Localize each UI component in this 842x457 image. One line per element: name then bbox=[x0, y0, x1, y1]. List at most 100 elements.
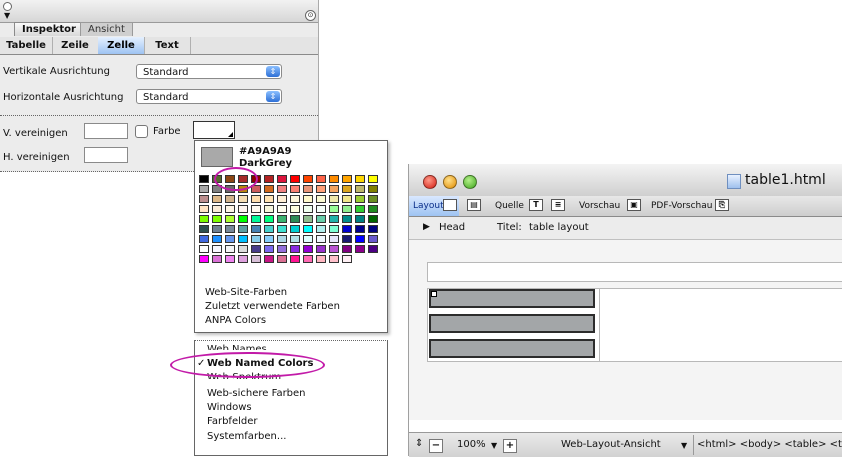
color-swatch[interactable] bbox=[303, 205, 313, 213]
close-window-icon[interactable] bbox=[423, 175, 437, 189]
subtab-zeile[interactable]: Zeile bbox=[52, 37, 99, 54]
color-swatch[interactable] bbox=[277, 185, 287, 193]
color-swatch[interactable] bbox=[290, 185, 300, 193]
color-swatch[interactable] bbox=[342, 245, 352, 253]
color-swatch[interactable] bbox=[316, 185, 326, 193]
color-swatch[interactable] bbox=[368, 185, 378, 193]
color-well[interactable] bbox=[193, 121, 235, 139]
color-swatch[interactable] bbox=[329, 245, 339, 253]
color-checkbox[interactable] bbox=[135, 125, 148, 138]
color-swatch[interactable] bbox=[277, 235, 287, 243]
color-swatch[interactable] bbox=[225, 255, 235, 263]
menu-item-recent-colors[interactable]: Zuletzt verwendete Farben bbox=[205, 301, 340, 312]
menu-item-web-site-farben[interactable]: Web-Site-Farben bbox=[205, 287, 287, 298]
subtab-tabelle[interactable]: Tabelle bbox=[0, 37, 53, 54]
close-icon[interactable] bbox=[3, 2, 12, 11]
color-swatch[interactable] bbox=[316, 175, 326, 183]
color-swatch[interactable] bbox=[251, 225, 261, 233]
color-swatch[interactable] bbox=[225, 235, 235, 243]
minimize-window-icon[interactable] bbox=[443, 175, 457, 189]
table-view-icon[interactable]: ▤ bbox=[467, 199, 481, 211]
vertical-align-select[interactable]: Standard ⇕ bbox=[136, 64, 282, 79]
color-swatch[interactable] bbox=[290, 245, 300, 253]
color-swatch[interactable] bbox=[212, 235, 222, 243]
quelle-button[interactable]: Quelle bbox=[495, 199, 524, 213]
table-cell[interactable] bbox=[429, 289, 595, 308]
tab-inspektor[interactable]: Inspektor bbox=[14, 22, 84, 36]
color-swatch[interactable] bbox=[303, 185, 313, 193]
color-swatch[interactable] bbox=[342, 175, 352, 183]
tag-breadcrumb[interactable]: <html> <body> <table> <tr> bbox=[697, 439, 842, 450]
color-swatch[interactable] bbox=[225, 225, 235, 233]
color-swatch[interactable] bbox=[212, 245, 222, 253]
subtab-text[interactable]: Text bbox=[144, 37, 191, 54]
color-swatch[interactable] bbox=[368, 195, 378, 203]
color-swatch[interactable] bbox=[277, 175, 287, 183]
color-swatch[interactable] bbox=[238, 205, 248, 213]
color-swatch[interactable] bbox=[199, 175, 209, 183]
color-swatch[interactable] bbox=[251, 215, 261, 223]
color-swatch[interactable] bbox=[277, 225, 287, 233]
color-swatch[interactable] bbox=[342, 255, 352, 263]
color-swatch[interactable] bbox=[355, 175, 365, 183]
color-swatch[interactable] bbox=[277, 205, 287, 213]
color-swatch[interactable] bbox=[355, 245, 365, 253]
disclosure-right-icon[interactable]: ▶ bbox=[423, 222, 430, 232]
color-swatch[interactable] bbox=[316, 195, 326, 203]
tab-ansicht[interactable]: Ansicht bbox=[80, 22, 133, 36]
stepper-icon[interactable]: ⇕ bbox=[415, 438, 423, 449]
zoom-out-button[interactable]: − bbox=[429, 439, 443, 453]
color-swatch[interactable] bbox=[342, 185, 352, 193]
color-swatch[interactable] bbox=[342, 235, 352, 243]
chevron-down-icon[interactable]: ▼ bbox=[491, 441, 497, 450]
color-swatch[interactable] bbox=[329, 205, 339, 213]
color-swatch[interactable] bbox=[368, 225, 378, 233]
h-merge-field[interactable] bbox=[84, 147, 128, 163]
pdf-preview-button[interactable]: PDF-Vorschau bbox=[651, 199, 712, 213]
color-swatch[interactable] bbox=[368, 175, 378, 183]
color-swatch[interactable] bbox=[290, 255, 300, 263]
color-swatch[interactable] bbox=[238, 255, 248, 263]
color-swatch[interactable] bbox=[264, 225, 274, 233]
table-cell[interactable] bbox=[429, 339, 595, 358]
color-swatch[interactable] bbox=[290, 235, 300, 243]
color-swatch[interactable] bbox=[277, 255, 287, 263]
color-swatch[interactable] bbox=[264, 205, 274, 213]
color-swatch[interactable] bbox=[199, 215, 209, 223]
horizontal-align-select[interactable]: Standard ⇕ bbox=[136, 89, 282, 104]
color-swatch[interactable] bbox=[277, 245, 287, 253]
color-swatch[interactable] bbox=[303, 225, 313, 233]
color-swatch[interactable] bbox=[212, 215, 222, 223]
color-swatch[interactable] bbox=[199, 255, 209, 263]
color-swatch[interactable] bbox=[303, 195, 313, 203]
color-swatch[interactable] bbox=[251, 235, 261, 243]
cell-handle-icon[interactable] bbox=[431, 291, 437, 297]
layout-text-box[interactable] bbox=[427, 262, 842, 282]
color-swatch[interactable] bbox=[329, 225, 339, 233]
color-swatch[interactable] bbox=[238, 195, 248, 203]
color-swatch[interactable] bbox=[342, 195, 352, 203]
color-swatch[interactable] bbox=[238, 235, 248, 243]
color-swatch[interactable] bbox=[264, 235, 274, 243]
view-mode-label[interactable]: Web-Layout-Ansicht bbox=[561, 439, 661, 450]
split-view-icon[interactable]: ≡ bbox=[551, 199, 565, 211]
color-swatch[interactable] bbox=[303, 215, 313, 223]
color-swatch[interactable] bbox=[199, 235, 209, 243]
color-swatch[interactable] bbox=[303, 175, 313, 183]
color-swatch[interactable] bbox=[225, 195, 235, 203]
color-swatch[interactable] bbox=[199, 205, 209, 213]
color-swatch[interactable] bbox=[198, 184, 210, 194]
color-swatch[interactable] bbox=[264, 255, 274, 263]
color-swatch[interactable] bbox=[225, 245, 235, 253]
color-swatch[interactable] bbox=[238, 225, 248, 233]
color-swatch[interactable] bbox=[212, 195, 222, 203]
color-swatch[interactable] bbox=[316, 235, 326, 243]
zoom-level[interactable]: 100% bbox=[457, 439, 486, 450]
color-swatch[interactable] bbox=[355, 235, 365, 243]
color-swatch[interactable] bbox=[329, 215, 339, 223]
menu-item-web-safe[interactable]: Web-sichere Farben bbox=[207, 388, 306, 399]
color-swatch[interactable] bbox=[316, 215, 326, 223]
color-swatch[interactable] bbox=[342, 205, 352, 213]
zoom-window-icon[interactable] bbox=[463, 175, 477, 189]
color-swatch[interactable] bbox=[329, 235, 339, 243]
